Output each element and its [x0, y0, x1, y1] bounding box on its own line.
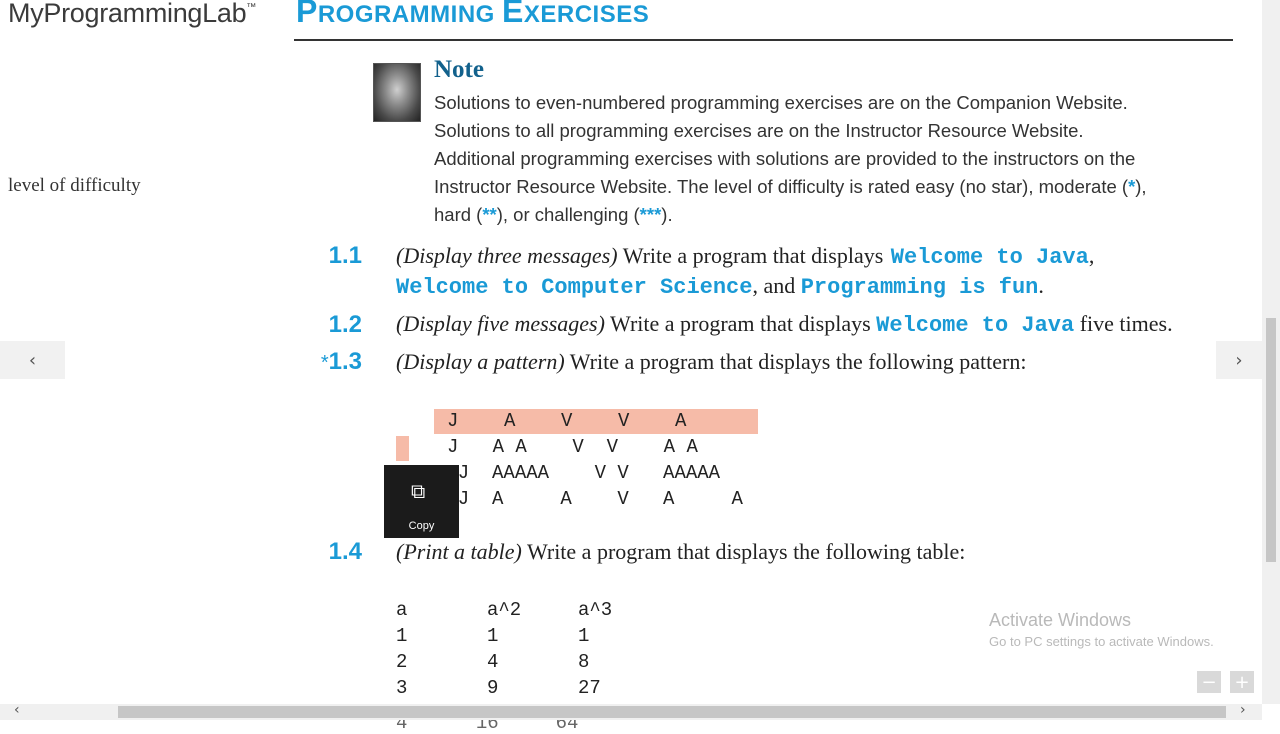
copy-button[interactable]: ⧉ Copy [384, 465, 459, 538]
note-line-text: ), or challenging ( [496, 204, 640, 225]
note-line-text: ). [661, 204, 673, 225]
exercise-body: five times. [1074, 311, 1173, 336]
exercise-title: (Display five messages) [396, 311, 605, 336]
zoom-in-button[interactable]: + [1230, 671, 1254, 693]
minus-icon: − [1201, 671, 1217, 693]
exercise-body: . [1038, 273, 1044, 298]
title-part: ROGRAMMING [317, 1, 502, 28]
header-divider [294, 39, 1233, 41]
note-line: Additional programming exercises with so… [434, 148, 1136, 169]
table-cell: 27 [578, 677, 601, 699]
margin-note: level of difficulty [8, 175, 141, 196]
exercise-body: Write a program that displays the follow… [521, 539, 966, 564]
code-literal: Welcome to Computer Science [396, 275, 753, 300]
pattern-row[interactable]: J A V V A [447, 408, 686, 434]
table-row: 3 9 27 [396, 675, 601, 702]
exercise-title: (Display a pattern) [396, 349, 565, 374]
note-line-text: hard ( [434, 204, 483, 225]
table-cell: 1 [396, 625, 408, 647]
prev-page-button[interactable]: ‹ [0, 341, 65, 379]
table-cell: a [396, 599, 408, 621]
note-line: Instructor Resource Website. The level o… [434, 173, 1174, 201]
exercise-number-text: 1.3 [328, 348, 362, 375]
table-cell: 1 [578, 625, 590, 647]
zoom-out-button[interactable]: − [1197, 671, 1221, 693]
code-literal: Programming is fun [800, 275, 1039, 300]
exercise-number: 1.2 [328, 311, 362, 338]
scroll-right-icon[interactable]: › [1240, 702, 1246, 718]
table-cell: a^3 [578, 599, 613, 621]
logo-text: MyProgrammingLab [8, 0, 247, 28]
exercise-body: , and [752, 273, 801, 298]
scroll-left-icon[interactable]: ‹ [14, 702, 20, 718]
note-line-text: ), [1135, 176, 1147, 197]
code-literal: Welcome to Java [890, 245, 1089, 270]
exercise-body: , [1088, 243, 1095, 268]
exercise-number: 1.1 [328, 242, 362, 269]
note-line-text: Instructor Resource Website. The level o… [434, 176, 1129, 197]
table-row: 2 4 8 [396, 649, 589, 676]
logo-trademark: ™ [246, 2, 256, 13]
note-line: Solutions to all programming exercises a… [434, 120, 1084, 141]
difficulty-star: ** [482, 204, 497, 225]
note-line: hard (**), or challenging (***). [434, 201, 1174, 229]
activation-watermark-subtitle: Go to PC settings to activate Windows. [989, 634, 1214, 649]
copy-label: Copy [408, 520, 435, 532]
next-page-button[interactable]: › [1216, 341, 1262, 379]
app-logo: MyProgrammingLab™ [8, 0, 256, 29]
title-part: XERCISES [523, 1, 650, 28]
exercise-body: Write a program that displays [604, 311, 877, 336]
exercise-text: (Display three messages) Write a program… [396, 243, 1094, 270]
code-literal: Welcome to Java [876, 313, 1075, 338]
chevron-right-icon: › [1235, 349, 1243, 371]
pattern-row[interactable]: J J A A V A A [435, 486, 743, 512]
table-cell: 8 [578, 651, 590, 673]
table-cell: 4 [487, 651, 499, 673]
exercise-title: (Print a table) [396, 539, 522, 564]
note-title: Note [434, 56, 484, 83]
horizontal-scroll-thumb[interactable] [118, 706, 1226, 718]
activation-watermark-title: Activate Windows [989, 610, 1132, 630]
note-line: Solutions to even-numbered programming e… [434, 92, 1128, 113]
exercise-text: (Display a pattern) Write a program that… [396, 349, 1026, 375]
exercise-body: Write a program that displays the follow… [564, 349, 1027, 374]
table-cell: 2 [396, 651, 408, 673]
plus-icon: + [1234, 671, 1250, 693]
pattern-row[interactable]: J A A V V A A [447, 434, 698, 460]
table-header: a a^2 a^3 [396, 597, 612, 624]
difficulty-star: * [320, 352, 329, 374]
exercise-body: Write a program that displays [617, 243, 889, 268]
difficulty-star: *** [639, 204, 662, 225]
copy-icon: ⧉ [411, 481, 426, 503]
pattern-row[interactable]: J J AAAAA V V AAAAA [435, 460, 720, 486]
note-image [373, 63, 421, 122]
note-body: Solutions to even-numbered programming e… [434, 89, 1174, 229]
exercise-number: *1.3 [292, 348, 362, 376]
exercise-text: (Print a table) Write a program that dis… [396, 539, 965, 565]
title-part: P [296, 0, 318, 29]
exercise-title: (Display three messages) [396, 243, 618, 268]
title-part: E [502, 0, 524, 29]
vertical-scroll-thumb[interactable] [1266, 318, 1276, 562]
chevron-left-icon: ‹ [28, 349, 37, 371]
table-cell: 3 [396, 677, 408, 699]
exercise-number: 1.4 [328, 538, 362, 565]
table-cell: a^2 [487, 599, 522, 621]
table-cell: 1 [487, 625, 499, 647]
selection-highlight [396, 436, 409, 461]
table-row: 1 1 1 [396, 623, 589, 650]
page-title: PROGRAMMING EXERCISES [296, 0, 649, 30]
exercise-text: Welcome to Computer Science, and Program… [396, 273, 1044, 300]
exercise-text: (Display five messages) Write a program … [396, 311, 1173, 338]
table-cell: 9 [487, 677, 499, 699]
